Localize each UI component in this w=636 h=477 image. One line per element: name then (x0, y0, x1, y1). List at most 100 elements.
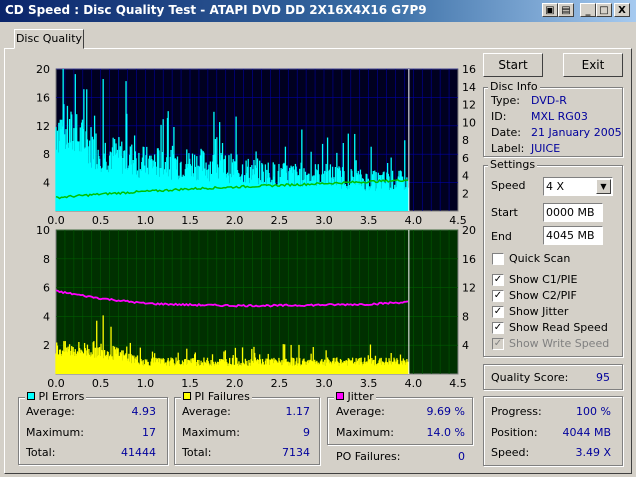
app-icon-2[interactable]: ▤ (558, 3, 574, 17)
disc-info-title: Disc Info (488, 80, 540, 93)
label-label: Label: (491, 142, 525, 155)
jitter-avg-label: Average: (336, 405, 385, 418)
pie-total-label: Total: (26, 446, 56, 459)
y-tick-label: 4 (43, 310, 50, 323)
jitter-max-label: Maximum: (336, 426, 394, 439)
quality-score-value: 95 (596, 371, 610, 384)
show-jitter-label: Show Jitter (509, 305, 569, 318)
pif-max-value: 9 (303, 426, 310, 439)
pif-swatch (183, 392, 191, 400)
y-tick-label: 8 (43, 253, 50, 266)
close-button[interactable]: X (614, 3, 630, 17)
tab-disc-quality[interactable]: Disc Quality (14, 29, 84, 49)
show-c1-checkbox[interactable]: ✓ (492, 274, 504, 286)
progress-value: 100 % (576, 405, 611, 418)
x-tick-label: 3.5 (360, 214, 378, 227)
pif-total-value: 7134 (282, 446, 310, 459)
progress-label: Progress: (491, 405, 542, 418)
y-tick-label: 2 (43, 339, 50, 352)
x-tick-label: 3.5 (360, 377, 378, 390)
y2-tick-label: 10 (462, 116, 476, 129)
x-tick-label: 1.0 (137, 377, 155, 390)
x-tick-label: 2.0 (226, 377, 244, 390)
x-tick-label: 4.0 (405, 377, 423, 390)
show-c1-label: Show C1/PIE (509, 273, 578, 286)
show-c2-checkbox[interactable]: ✓ (492, 290, 504, 302)
settings-title: Settings (488, 158, 538, 171)
position-label: Position: (491, 426, 538, 439)
speed-status-value: 3.49 X (575, 446, 611, 459)
pi-failures-legend: PI Failures (181, 390, 252, 403)
jitter-title: Jitter (347, 390, 374, 403)
maximize-button[interactable]: □ (596, 3, 612, 17)
speed-status-label: Speed: (491, 446, 530, 459)
y-tick-label: 6 (43, 282, 50, 295)
start-field[interactable]: 0000 MB (543, 203, 603, 222)
x-tick-label: 1.5 (181, 214, 199, 227)
exit-button[interactable]: Exit (563, 53, 623, 77)
speed-label: Speed (491, 179, 526, 192)
show-read-speed-checkbox[interactable]: ✓ (492, 322, 504, 334)
y2-tick-label: 8 (462, 134, 469, 147)
x-tick-label: 2.0 (226, 214, 244, 227)
pi-errors-legend: PI Errors (25, 390, 87, 403)
speed-select-value: 4 X (546, 180, 565, 193)
app-icon-1[interactable]: ▣ (542, 3, 558, 17)
position-value: 4044 MB (562, 426, 611, 439)
show-read-speed-label: Show Read Speed (509, 321, 608, 334)
pie-max-label: Maximum: (26, 426, 84, 439)
jitter-swatch (336, 392, 344, 400)
x-tick-label: 4.0 (405, 214, 423, 227)
y-tick-label: 10 (36, 224, 50, 237)
y-tick-label: 20 (36, 63, 50, 76)
quality-score-label: Quality Score: (491, 371, 569, 384)
y2-tick-label: 6 (462, 152, 469, 165)
y2-tick-label: 12 (462, 99, 476, 112)
end-field[interactable]: 4045 MB (543, 226, 603, 245)
minimize-button[interactable]: _ (580, 3, 596, 17)
x-tick-label: 0.5 (92, 214, 110, 227)
jitter-max-value: 14.0 % (426, 426, 465, 439)
y2-tick-label: 8 (462, 310, 469, 323)
x-tick-label: 1.0 (137, 214, 155, 227)
start-button[interactable]: Start (483, 53, 543, 77)
x-tick-label: 2.5 (271, 377, 289, 390)
type-value: DVD-R (531, 94, 567, 107)
date-value: 21 January 2005 (531, 126, 622, 139)
window-title: CD Speed : Disc Quality Test - ATAPI DVD… (5, 3, 427, 17)
pif-avg-value: 1.17 (285, 405, 311, 418)
start-label: Start (491, 206, 518, 219)
x-tick-label: 4.5 (449, 377, 467, 390)
type-label: Type: (491, 94, 520, 107)
x-tick-label: 3.0 (315, 214, 333, 227)
jitter-legend: Jitter (334, 390, 376, 403)
x-tick-label: 1.5 (181, 377, 199, 390)
pie-max-value: 17 (142, 426, 156, 439)
y-tick-label: 16 (36, 91, 50, 104)
charts-area: 0.0 0.5 1.0 1.5 2.0 2.5 3.0 3.5 4.0 4.5 20 16 12 8 4 16… (36, 63, 476, 390)
y-tick-label: 12 (36, 120, 50, 133)
po-failures-value: 0 (458, 450, 465, 463)
quick-scan-label: Quick Scan (509, 252, 571, 265)
pif-total-label: Total: (182, 446, 212, 459)
show-write-speed-checkbox: ✓ (492, 338, 504, 350)
quick-scan-checkbox[interactable] (492, 253, 504, 265)
y2-tick-label: 12 (462, 282, 476, 295)
label-value: JUICE (531, 142, 561, 155)
chevron-down-icon[interactable]: ▼ (596, 179, 611, 194)
y2-tick-label: 4 (462, 339, 469, 352)
x-tick-label: 0.5 (92, 377, 110, 390)
y-tick-label: 8 (43, 148, 50, 161)
pi-errors-title: PI Errors (38, 390, 85, 403)
y2-tick-label: 16 (462, 253, 476, 266)
po-failures-label: PO Failures: (336, 450, 401, 463)
x-tick-label: 2.5 (271, 214, 289, 227)
id-label: ID: (491, 110, 507, 123)
show-write-speed-label: Show Write Speed (509, 337, 610, 350)
y2-tick-label: 2 (462, 187, 469, 200)
show-jitter-checkbox[interactable]: ✓ (492, 306, 504, 318)
pie-total-value: 41444 (121, 446, 156, 459)
pif-avg-label: Average: (182, 405, 231, 418)
pif-max-label: Maximum: (182, 426, 240, 439)
x-tick-label: 0.0 (47, 377, 65, 390)
